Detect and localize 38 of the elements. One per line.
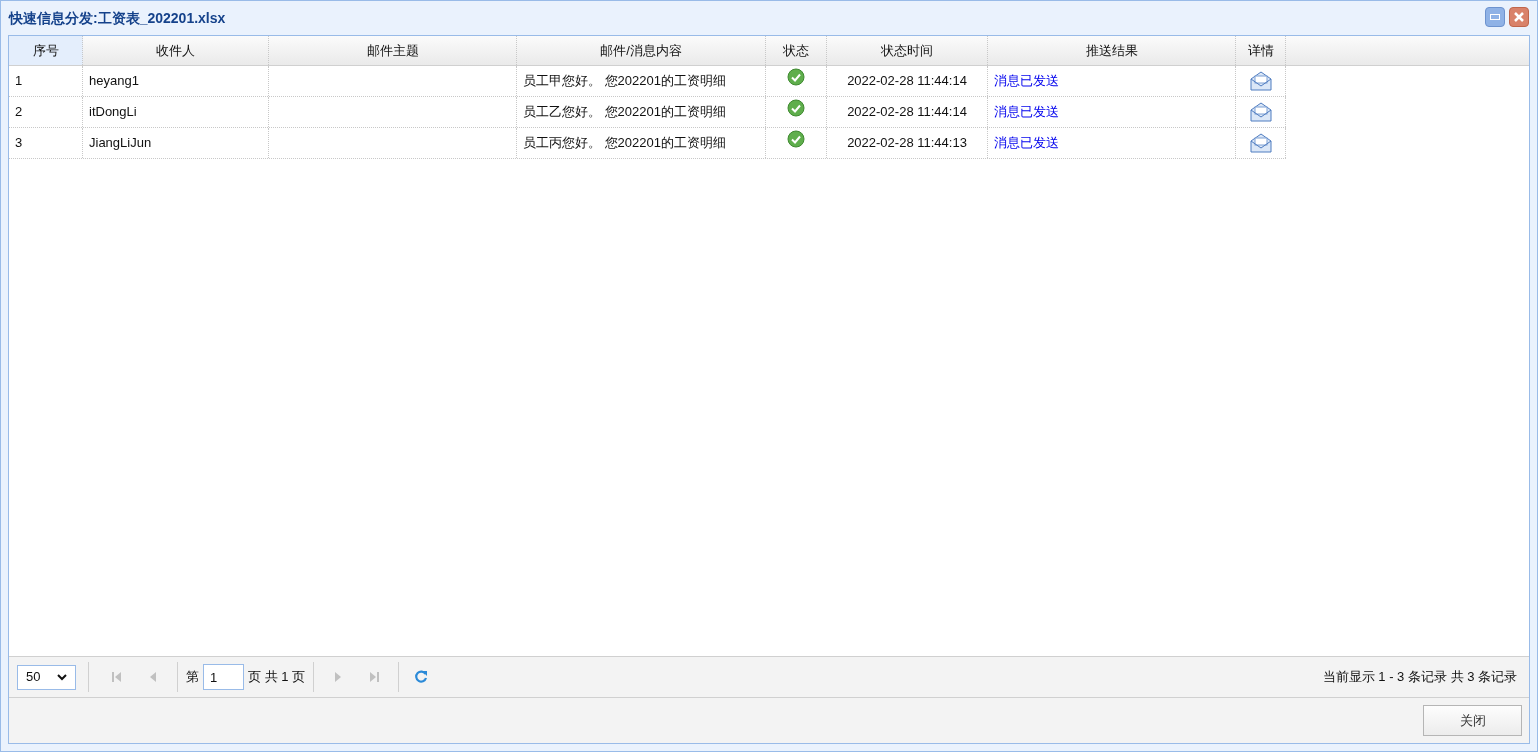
result-link[interactable]: 消息已发送 [994, 71, 1059, 91]
column-header[interactable]: 推送结果 [988, 36, 1236, 65]
column-header[interactable]: 邮件主题 [269, 36, 517, 65]
column-header[interactable]: 收件人 [83, 36, 269, 65]
table-cell: itDongLi [83, 97, 269, 127]
table-cell: 2022-02-28 11:44:13 [827, 128, 988, 158]
table-cell: 3 [9, 128, 83, 158]
envelope-icon[interactable] [1249, 71, 1272, 91]
refresh-icon [413, 669, 430, 685]
page-size-select[interactable]: 50 [17, 664, 76, 690]
result-link[interactable]: 消息已发送 [994, 133, 1059, 153]
page-count-label: 页 共 1 页 [248, 668, 306, 687]
table-cell: JiangLiJun [83, 128, 269, 158]
dialog-button[interactable]: 关闭 [1423, 705, 1522, 736]
record-summary: 当前显示 1 - 3 条记录 共 3 条记录 [1322, 668, 1517, 687]
close-icon [1514, 12, 1524, 22]
table-cell: heyang1 [83, 66, 269, 96]
table-cell: 员工乙您好。 您202201的工资明细 [517, 97, 766, 127]
page-input[interactable]: 1 [203, 664, 244, 690]
table-cell: 员工甲您好。 您202201的工资明细 [517, 66, 766, 96]
column-header[interactable]: 邮件/消息内容 [517, 36, 766, 65]
window-title: 快速信息分发:工资表_202201.xlsx [9, 8, 226, 28]
envelope-icon[interactable] [1249, 133, 1272, 153]
column-header[interactable]: 详情 [1236, 36, 1286, 65]
page-label: 第 [186, 668, 199, 687]
result-link[interactable]: 消息已发送 [994, 102, 1059, 122]
minimize-button[interactable] [1485, 7, 1505, 27]
table-cell: 2022-02-28 11:44:14 [827, 66, 988, 96]
table-cell: 2 [9, 97, 83, 127]
table-cell: 1 [9, 66, 83, 96]
table-cell: 2022-02-28 11:44:14 [827, 97, 988, 127]
table-cell: 员工丙您好。 您202201的工资明细 [517, 128, 766, 158]
close-button[interactable] [1509, 7, 1529, 27]
column-header[interactable]: 序号 [9, 36, 83, 65]
column-header[interactable]: 状态时间 [827, 36, 988, 65]
caret-icon [57, 673, 67, 681]
column-header[interactable]: 状态 [766, 36, 827, 65]
envelope-icon[interactable] [1249, 102, 1272, 122]
